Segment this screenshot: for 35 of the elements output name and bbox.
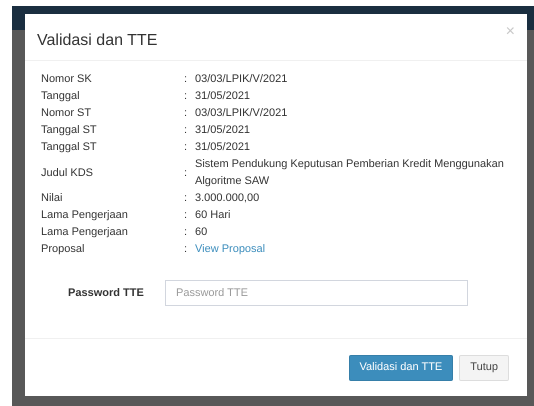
- separator: :: [184, 242, 188, 257]
- field-label: Tanggal: [41, 89, 81, 104]
- separator: :: [184, 208, 188, 223]
- separator: :: [184, 191, 188, 206]
- field-label: Nomor ST: [41, 106, 92, 121]
- field-value: 03/03/LPIK/V/2021: [195, 106, 288, 121]
- field-label: Lama Pengerjaan: [41, 208, 129, 223]
- field-label: Tanggal ST: [41, 140, 98, 155]
- field-label: Tanggal ST: [41, 123, 98, 138]
- field-label: Lama Pengerjaan: [41, 225, 129, 240]
- modal-title: Validasi dan TTE: [37, 31, 158, 51]
- field-value: Sistem Pendukung Keputusan Pemberian Kredit Menggunakan Algoritme SAW: [195, 157, 505, 189]
- separator: :: [184, 72, 188, 87]
- field-value: 03/03/LPIK/V/2021: [195, 72, 288, 87]
- field-value: 60: [195, 225, 208, 240]
- validate-button[interactable]: Validasi dan TTE: [348, 354, 454, 380]
- password-label: Password TTE: [67, 286, 145, 301]
- field-value: 3.000.000,00: [195, 191, 260, 206]
- field-value: 60 Hari: [195, 208, 232, 223]
- separator: :: [184, 140, 188, 155]
- separator: :: [184, 123, 188, 138]
- field-value: 31/05/2021: [195, 123, 252, 138]
- field-label: Nilai: [41, 191, 64, 206]
- field-label: Nomor SK: [41, 72, 93, 87]
- view-proposal-link[interactable]: View Proposal: [195, 241, 266, 258]
- separator: :: [184, 225, 188, 240]
- password-field[interactable]: Password TTE: [165, 280, 468, 306]
- field-label: Judul KDS: [41, 166, 94, 180]
- separator: :: [184, 106, 188, 121]
- field-value: 31/05/2021: [195, 89, 252, 104]
- field-value: 31/05/2021: [195, 140, 252, 155]
- separator: :: [184, 89, 188, 104]
- close-dialog-button[interactable]: Tutup: [459, 354, 509, 380]
- separator: :: [184, 166, 188, 180]
- field-label: Proposal: [41, 242, 86, 257]
